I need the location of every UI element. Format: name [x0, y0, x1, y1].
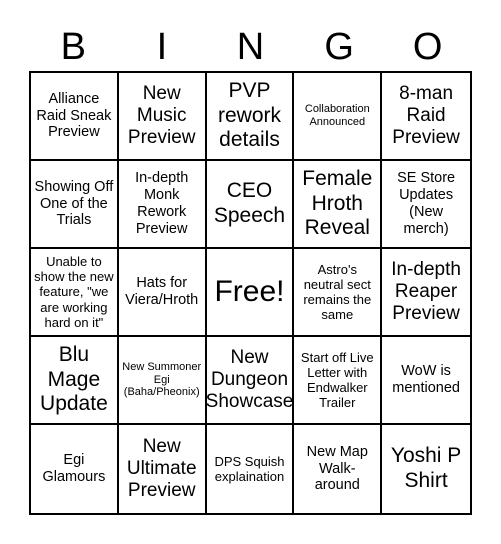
- bingo-cell[interactable]: PVP rework details: [206, 73, 295, 161]
- cell-text: Start off Live Letter with Endwalker Tra…: [300, 349, 374, 411]
- cell-text: Alliance Raid Sneak Preview: [36, 90, 112, 141]
- bingo-cell[interactable]: Unable to show the new feature, "we are …: [31, 249, 119, 337]
- bingo-cell[interactable]: WoW is mentioned: [382, 337, 470, 425]
- cell-text: PVP rework details: [217, 79, 281, 152]
- bingo-cell[interactable]: In-depth Monk Rework Preview: [118, 161, 207, 249]
- bingo-cell[interactable]: Alliance Raid Sneak Preview: [31, 73, 119, 161]
- header-letter-n: N: [236, 26, 265, 68]
- bingo-cell[interactable]: New Ultimate Preview: [119, 425, 207, 513]
- bingo-cell[interactable]: Collaboration Announced: [294, 73, 383, 161]
- bingo-cell[interactable]: Yoshi P Shirt: [382, 425, 470, 513]
- cell-text: Unable to show the new feature, "we are …: [34, 253, 114, 330]
- cell-text: New Ultimate Preview: [126, 435, 197, 502]
- bingo-board: Alliance Raid Sneak Preview New Music Pr…: [29, 71, 472, 515]
- cell-text: In-depth Reaper Preview: [391, 258, 461, 325]
- cell-text: Yoshi P Shirt: [390, 444, 462, 492]
- bingo-cell[interactable]: New Music Preview: [118, 73, 207, 161]
- cell-text: Egi Glamours: [42, 452, 106, 485]
- bingo-cell[interactable]: Showing Off One of the Trials: [31, 161, 119, 249]
- bingo-cell[interactable]: Blu Mage Update: [31, 337, 119, 425]
- cell-text: CEO Speech: [213, 179, 286, 227]
- bingo-cell[interactable]: Egi Glamours: [31, 425, 119, 513]
- header-letter-b: B: [60, 26, 86, 68]
- bingo-cell[interactable]: Start off Live Letter with Endwalker Tra…: [294, 337, 383, 425]
- header-letter-i: I: [156, 26, 168, 68]
- bingo-cell[interactable]: In-depth Reaper Preview: [382, 249, 470, 337]
- bingo-cell[interactable]: 8-man Raid Preview: [382, 73, 470, 161]
- header-letter-g: G: [324, 26, 354, 68]
- cell-text: Hats for Viera/Hroth: [125, 275, 199, 308]
- cell-text: New Map Walk-around: [306, 443, 368, 494]
- bingo-cell[interactable]: New Dungeon Showcase: [206, 337, 295, 425]
- cell-text: 8-man Raid Preview: [392, 82, 460, 149]
- cell-text: Showing Off One of the Trials: [34, 178, 114, 229]
- bingo-cell[interactable]: Hats for Viera/Hroth: [118, 249, 207, 337]
- header-letter-o: O: [412, 26, 443, 68]
- bingo-cell[interactable]: CEO Speech: [206, 161, 295, 249]
- cell-text: Female Hroth Reveal: [302, 167, 373, 240]
- cell-text: DPS Squish explaination: [214, 453, 285, 484]
- cell-text: New Dungeon Showcase: [206, 346, 294, 413]
- cell-text: Collaboration Announced: [304, 103, 370, 128]
- cell-text: In-depth Monk Rework Preview: [135, 170, 189, 237]
- cell-text: New Music Preview: [127, 82, 196, 149]
- bingo-cell[interactable]: New Summoner Egi (Baha/Pheonix): [118, 337, 207, 425]
- cell-text: Blu Mage Update: [40, 343, 108, 416]
- cell-text: New Summoner Egi (Baha/Pheonix): [122, 360, 202, 399]
- bingo-cell[interactable]: Female Hroth Reveal: [294, 161, 383, 249]
- free-space[interactable]: Free!: [206, 249, 295, 337]
- cell-text: Free!: [214, 275, 285, 309]
- bingo-cell[interactable]: Astro's neutral sect remains the same: [294, 249, 383, 337]
- cell-text: SE Store Updates (New merch): [397, 170, 456, 237]
- bingo-cell[interactable]: DPS Squish explaination: [207, 425, 295, 513]
- bingo-header: B I N G O: [29, 24, 472, 70]
- cell-text: Astro's neutral sect remains the same: [303, 261, 372, 323]
- bingo-cell[interactable]: SE Store Updates (New merch): [382, 161, 470, 249]
- bingo-cell[interactable]: New Map Walk-around: [294, 425, 383, 513]
- cell-text: WoW is mentioned: [392, 363, 460, 396]
